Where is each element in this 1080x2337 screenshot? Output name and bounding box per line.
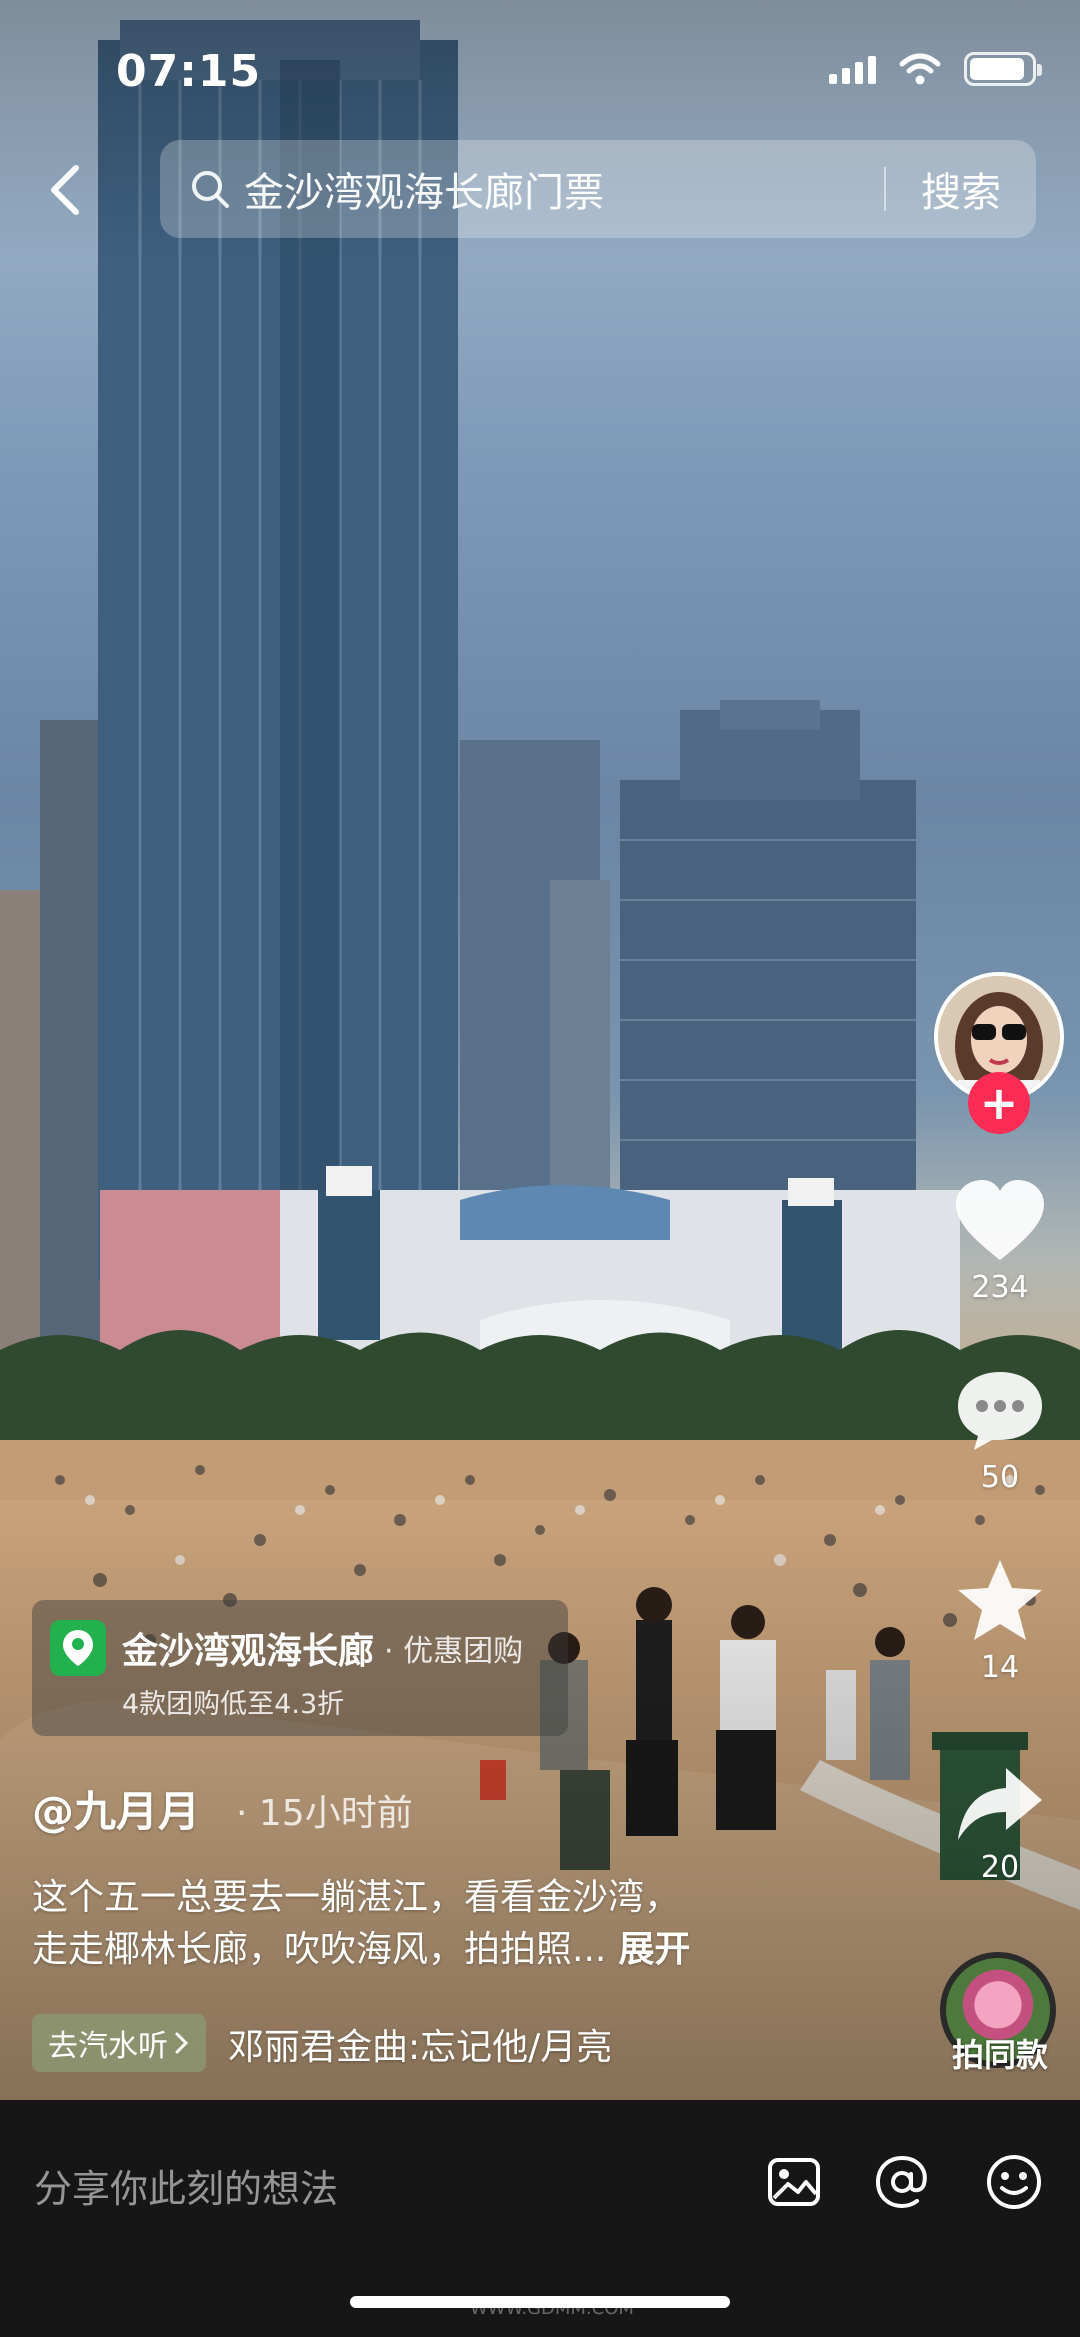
- share-button[interactable]: 20: [940, 1764, 1060, 1885]
- heart-icon: [956, 1180, 1044, 1260]
- chevron-right-icon: [175, 2032, 189, 2054]
- battery-level: [970, 58, 1024, 80]
- location-pin-icon: [63, 1630, 93, 1666]
- share-icon: [958, 1768, 1042, 1840]
- star-icon: [958, 1560, 1042, 1640]
- location-pin-badge: [50, 1620, 106, 1676]
- location-deal: 4款团购低至4.3折: [122, 1689, 345, 1720]
- image-icon[interactable]: [764, 2152, 824, 2212]
- status-icons: [829, 52, 1042, 86]
- soda-chip-label: 去汽水听: [48, 2029, 168, 2064]
- caption-line-1: 这个五一总要去一躺湛江，看看金沙湾，: [32, 1877, 681, 1918]
- follow-button[interactable]: +: [968, 1072, 1030, 1134]
- comment-bar: 分享你此刻的想法 WWW.GDMM.COM: [0, 2100, 1080, 2337]
- use-sound-label[interactable]: 拍同款: [942, 2030, 1058, 2076]
- like-button[interactable]: 234: [940, 1178, 1060, 1305]
- signal-icon: [829, 54, 876, 84]
- author-name[interactable]: @九月月: [32, 1778, 200, 1839]
- search-icon: [192, 171, 229, 208]
- favorite-button[interactable]: 14: [940, 1556, 1060, 1685]
- location-tag: · 优惠团购: [384, 1634, 524, 1669]
- post-time: · 15小时前: [236, 1793, 413, 1834]
- comment-icon: [958, 1372, 1042, 1450]
- like-count: 234: [971, 1270, 1029, 1305]
- share-count: 20: [980, 1850, 1020, 1885]
- battery-icon: [964, 52, 1042, 86]
- song-title[interactable]: 邓丽君金曲:忘记他/月亮: [228, 2018, 612, 2070]
- location-name: 金沙湾观海长廊: [122, 1631, 375, 1672]
- location-card[interactable]: 金沙湾观海长廊 · 优惠团购 4款团购低至4.3折: [32, 1600, 568, 1736]
- expand-button[interactable]: 展开: [618, 1929, 690, 1970]
- soda-music-chip[interactable]: 去汽水听: [32, 2014, 206, 2072]
- emoji-icon[interactable]: [984, 2152, 1044, 2212]
- comment-button[interactable]: 50: [940, 1368, 1060, 1495]
- comment-input[interactable]: 分享你此刻的想法: [34, 2158, 338, 2213]
- caption-line-2: 走走椰林长廊，吹吹海风，拍拍照... 展开: [32, 1922, 872, 1978]
- search-bar[interactable]: 金沙湾观海长廊门票 搜索: [160, 140, 1036, 238]
- search-input[interactable]: 金沙湾观海长廊门票: [244, 160, 884, 218]
- at-icon[interactable]: [872, 2152, 932, 2212]
- status-time: 07:15: [116, 46, 262, 97]
- caption-text: 走走椰林长廊，吹吹海风，拍拍照...: [32, 1929, 607, 1970]
- back-icon[interactable]: [40, 160, 90, 220]
- favorite-count: 14: [980, 1650, 1020, 1685]
- watermark: WWW.GDMM.COM: [470, 2298, 634, 2319]
- wifi-icon: [899, 53, 941, 85]
- comment-count: 50: [980, 1460, 1020, 1495]
- search-button[interactable]: 搜索: [886, 160, 1036, 218]
